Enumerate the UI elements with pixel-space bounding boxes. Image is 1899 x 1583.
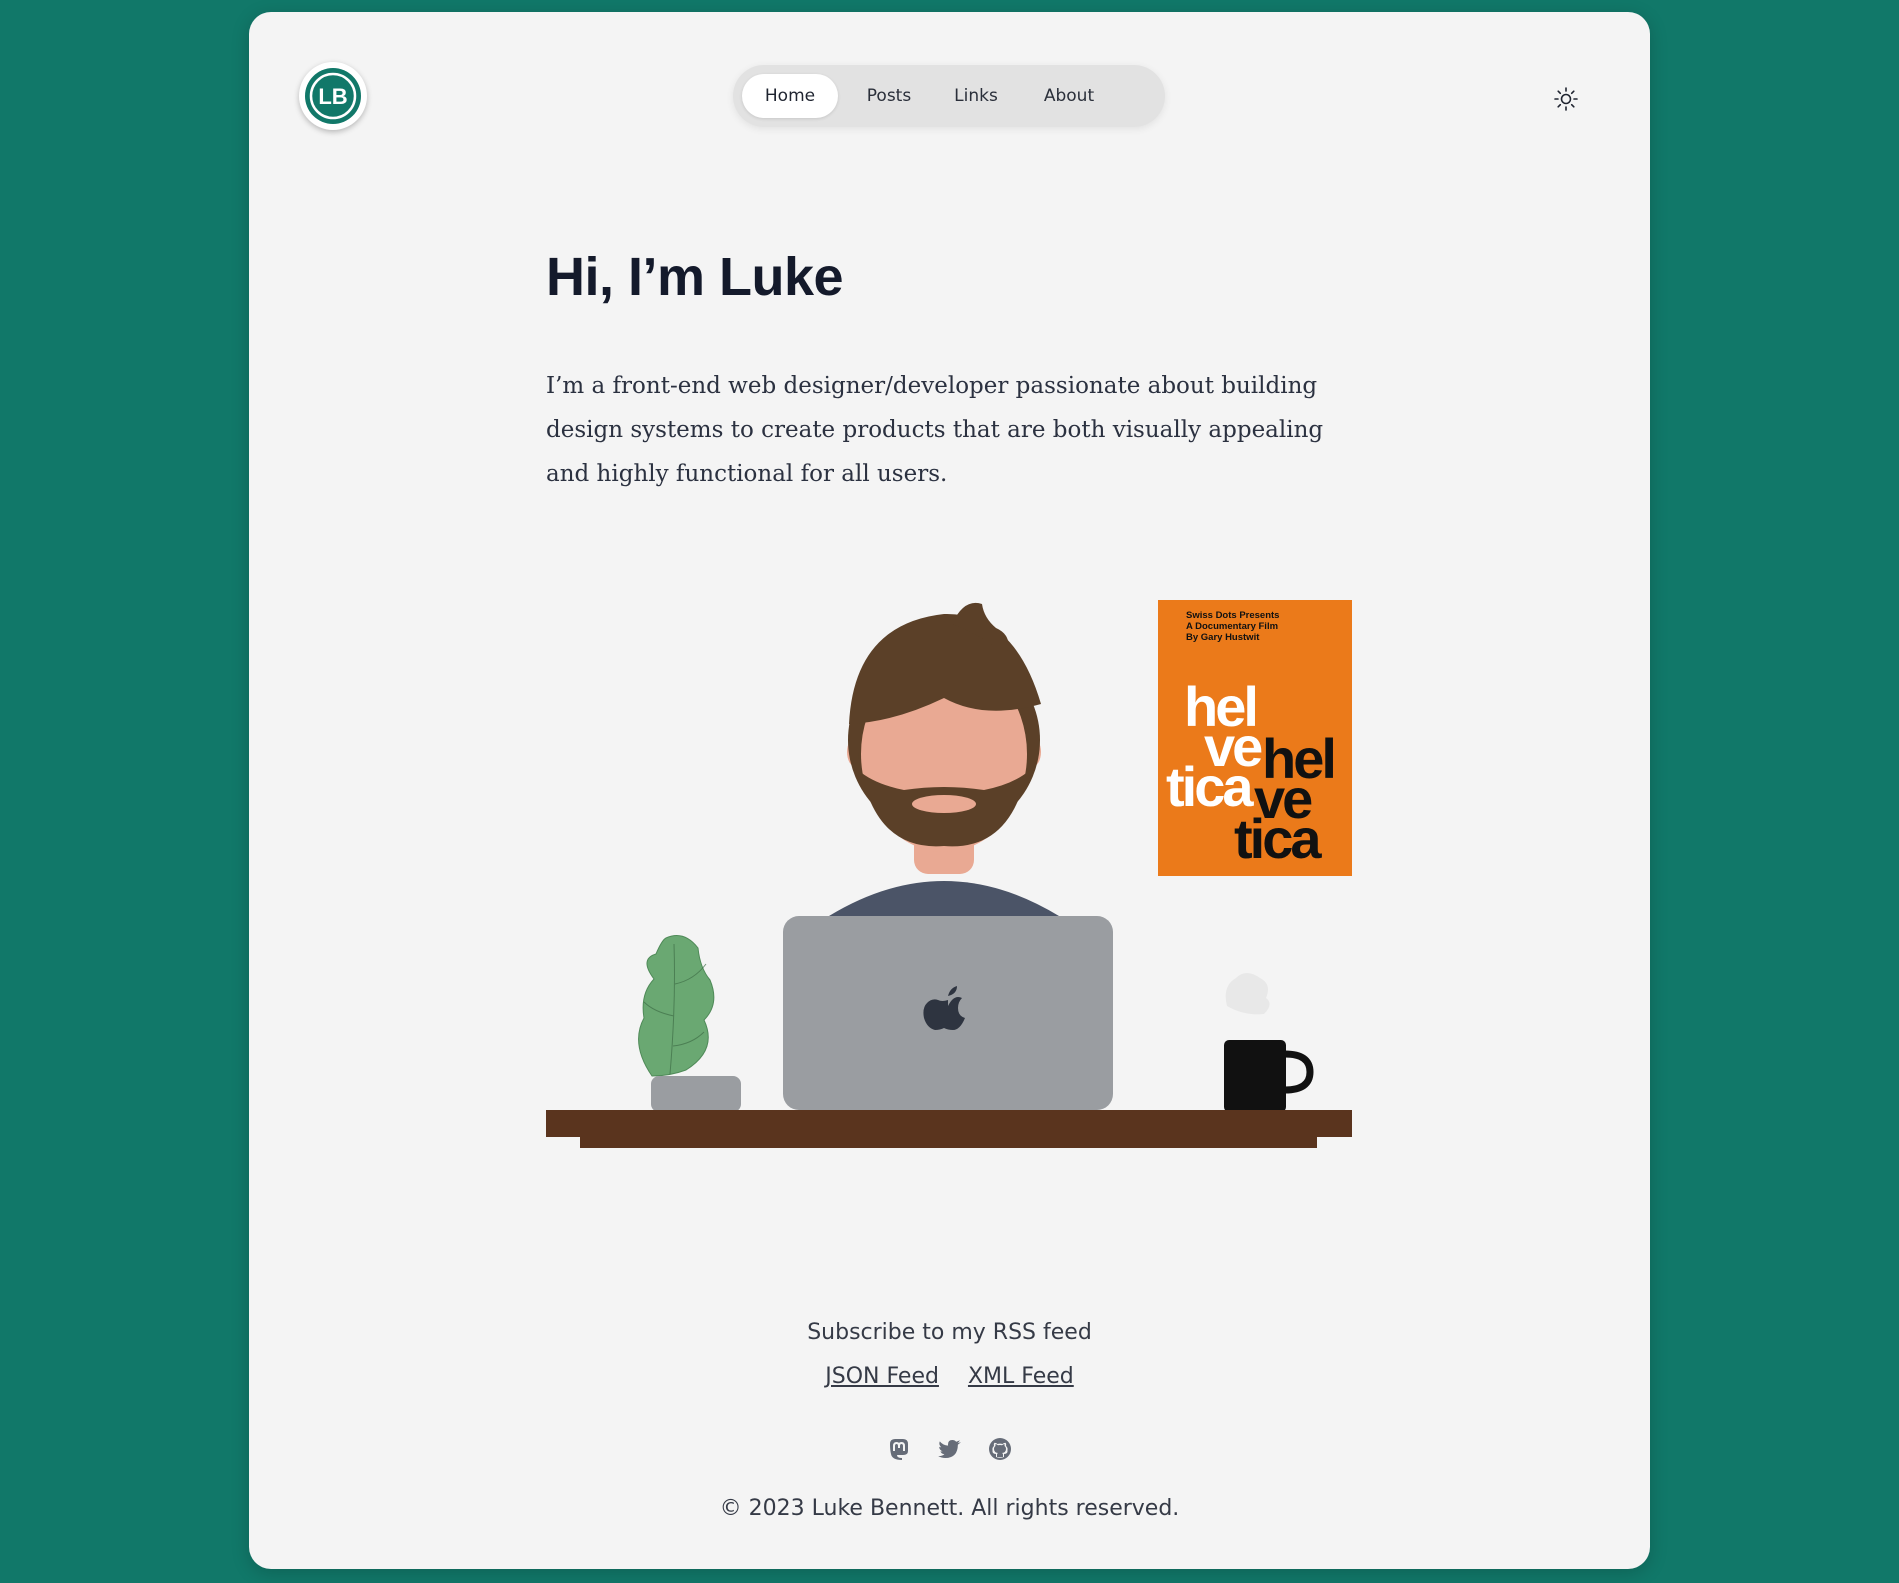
nav-item-about[interactable]: About: [1021, 74, 1117, 118]
rss-subscribe-text: Subscribe to my RSS feed: [807, 1320, 1092, 1345]
potted-plant: [638, 935, 741, 1112]
copyright-text: © 2023 Luke Bennett. All rights reserved…: [719, 1496, 1180, 1521]
poster-caption-line: By Gary Hustwit: [1186, 632, 1260, 643]
desk-top: [546, 1110, 1352, 1137]
person-avatar: [829, 602, 1059, 916]
nav-item-links[interactable]: Links: [937, 74, 1015, 118]
page-card: LB Home Posts Links About Hi, I’m Luke I…: [249, 12, 1650, 1569]
mastodon-link[interactable]: [886, 1436, 912, 1467]
twitter-link[interactable]: [937, 1436, 963, 1467]
social-links: [249, 1436, 1650, 1467]
feed-links: JSON Feed XML Feed: [249, 1364, 1650, 1389]
theme-toggle-button[interactable]: [1553, 86, 1579, 112]
intro-paragraph: I’m a front-end web designer/developer p…: [546, 373, 1324, 487]
mastodon-icon: [890, 1439, 909, 1460]
main-nav: Home Posts Links About: [733, 65, 1165, 127]
sun-icon: [1554, 87, 1578, 111]
github-icon: [988, 1438, 1011, 1460]
site-logo[interactable]: LB: [299, 62, 367, 130]
helvetica-poster: Swiss Dots Presents A Documentary Film B…: [1158, 600, 1352, 876]
github-link[interactable]: [987, 1436, 1013, 1467]
json-feed-link[interactable]: JSON Feed: [825, 1364, 939, 1389]
poster-caption-line: A Documentary Film: [1186, 621, 1278, 632]
xml-feed-link[interactable]: XML Feed: [968, 1364, 1074, 1389]
poster-word: tica: [1234, 807, 1322, 870]
nav-item-home[interactable]: Home: [742, 74, 838, 118]
laptop: [783, 916, 1113, 1110]
twitter-icon: [937, 1440, 961, 1458]
desk-illustration: Swiss Dots Presents A Documentary Film B…: [546, 600, 1352, 1148]
page-title: Hi, I’m Luke: [546, 247, 844, 307]
nav-item-posts[interactable]: Posts: [845, 74, 933, 118]
logo-text: LB: [318, 84, 347, 109]
poster-caption-line: Swiss Dots Presents: [1186, 610, 1279, 621]
desk-apron: [580, 1137, 1317, 1148]
logo-icon: LB: [305, 68, 361, 124]
coffee-mug: [1224, 973, 1314, 1112]
